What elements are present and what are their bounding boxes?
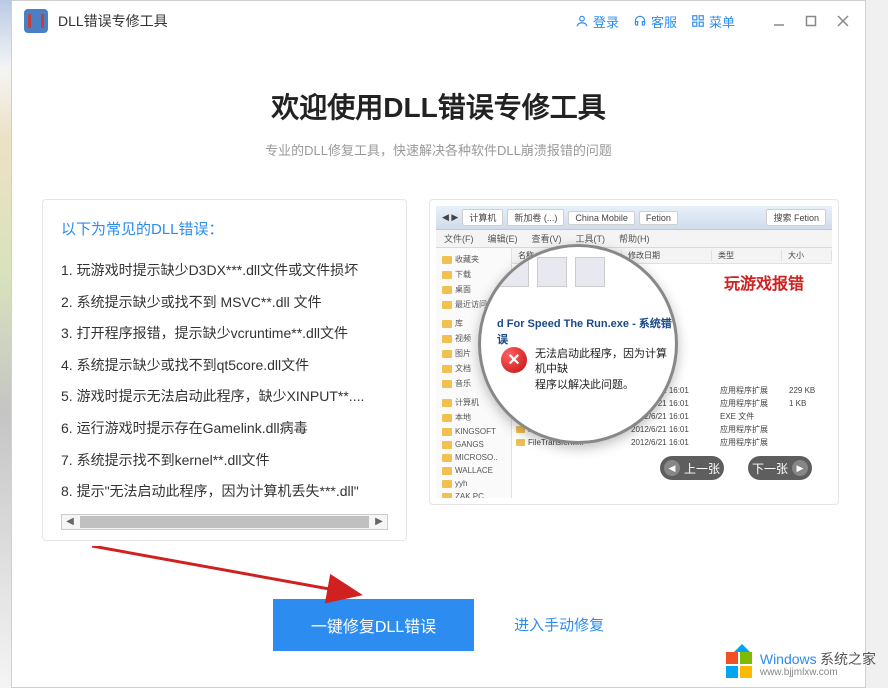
chevron-right-icon: ▶	[792, 460, 808, 476]
app-window: DLL错误专修工具 登录 客服 菜单	[11, 0, 866, 688]
next-label: 下一张	[752, 460, 788, 477]
watermark: Windows 系统之家 www.bjjmlxw.com	[724, 650, 876, 680]
folder-icon	[442, 301, 452, 309]
menu-item: 帮助(H)	[619, 232, 650, 245]
error-message: 无法启动此程序，因为计算机中缺 程序以解决此问题。	[535, 347, 675, 393]
breadcrumb: China Mobile	[568, 211, 635, 225]
folder-icon	[442, 399, 452, 407]
explorer-addressbar: ◀ ▶ 计算机 新加卷 (...) China Mobile Fetion 搜索…	[436, 206, 832, 230]
maximize-button[interactable]	[801, 11, 821, 31]
close-button[interactable]	[833, 11, 853, 31]
watermark-brand: Windows	[760, 651, 817, 667]
titlebar-actions: 登录 客服 菜单	[575, 11, 853, 31]
menu-item: 文件(F)	[444, 232, 474, 245]
breadcrumb: 新加卷 (...)	[507, 209, 564, 226]
app-title: DLL错误专修工具	[58, 11, 168, 31]
scroll-left-icon[interactable]: ◀	[62, 515, 78, 529]
thumbnail-icon	[575, 257, 605, 287]
list-item: 1. 玩游戏时提示缺少D3DX***.dll文件或文件损坏	[61, 255, 388, 287]
error-list-panel: 以下为常见的DLL错误： 1. 玩游戏时提示缺少D3DX***.dll文件或文件…	[42, 199, 407, 541]
list-item: 3. 打开程序报错，提示缺少vcruntime**.dll文件	[61, 318, 388, 350]
app-logo-icon	[24, 9, 48, 33]
panel-title: 以下为常见的DLL错误：	[61, 218, 388, 239]
folder-icon	[442, 493, 452, 499]
horizontal-scrollbar[interactable]: ◀ ▶	[61, 514, 388, 530]
support-link[interactable]: 客服	[633, 12, 677, 31]
screenshot-preview: ◀ ▶ 计算机 新加卷 (...) China Mobile Fetion 搜索…	[436, 206, 832, 498]
next-image-button[interactable]: 下一张 ▶	[748, 456, 812, 480]
action-row: 一键修复DLL错误 进入手动修复	[42, 599, 835, 651]
list-item: 7. 系统提示找不到kernel**.dll文件	[61, 445, 388, 477]
watermark-suffix: 系统之家	[820, 651, 876, 667]
folder-icon	[442, 380, 452, 388]
content-row: 以下为常见的DLL错误： 1. 玩游戏时提示缺少D3DX***.dll文件或文件…	[42, 199, 835, 541]
folder-icon	[442, 335, 452, 343]
headset-icon	[633, 14, 647, 28]
preview-panel: ◀ ▶ 计算机 新加卷 (...) China Mobile Fetion 搜索…	[429, 199, 839, 505]
thumbnail-icon	[537, 257, 567, 287]
error-icon: ✕	[501, 347, 527, 373]
list-item: 8. 提示"无法启动此程序，因为计算机丢失***.dll"	[61, 476, 388, 508]
folder-icon	[442, 454, 452, 462]
explorer-menubar: 文件(F) 编辑(E) 查看(V) 工具(T) 帮助(H)	[436, 230, 832, 248]
window-controls	[769, 11, 853, 31]
folder-icon	[442, 467, 452, 475]
chevron-left-icon: ◀	[664, 460, 680, 476]
page-title: 欢迎使用DLL错误专修工具	[42, 86, 835, 126]
scroll-right-icon[interactable]: ▶	[371, 515, 387, 529]
folder-icon	[442, 256, 452, 264]
minimize-button[interactable]	[769, 11, 789, 31]
error-dialog-title: d For Speed The Run.exe - 系统错误	[497, 315, 675, 347]
folder-icon	[442, 414, 452, 422]
menu-item: 编辑(E)	[488, 232, 518, 245]
folder-icon	[442, 286, 452, 294]
folder-icon	[442, 480, 452, 488]
user-icon	[575, 14, 589, 28]
list-item: 5. 游戏时提示无法启动此程序，缺少XINPUT**....	[61, 381, 388, 413]
list-item: 2. 系统提示缺少或找不到 MSVC**.dll 文件	[61, 287, 388, 319]
thumbnail-icon	[499, 257, 529, 287]
list-item: 6. 运行游戏时提示存在Gamelink.dll病毒	[61, 413, 388, 445]
titlebar: DLL错误专修工具 登录 客服 菜单	[12, 1, 865, 41]
folder-icon	[442, 350, 452, 358]
prev-image-button[interactable]: ◀ 上一张	[660, 456, 724, 480]
login-link[interactable]: 登录	[575, 12, 619, 31]
login-label: 登录	[593, 12, 619, 31]
folder-icon	[442, 441, 452, 449]
manual-fix-link[interactable]: 进入手动修复	[514, 614, 604, 635]
folder-icon	[442, 428, 452, 436]
main-content: 欢迎使用DLL错误专修工具 专业的DLL修复工具，快速解决各种软件DLL崩溃报错…	[12, 41, 865, 651]
folder-icon	[442, 365, 452, 373]
folder-icon	[442, 271, 452, 279]
menu-item: 查看(V)	[532, 232, 562, 245]
menu-label: 菜单	[709, 12, 735, 31]
watermark-url: www.bjjmlxw.com	[760, 667, 876, 678]
error-list: 1. 玩游戏时提示缺少D3DX***.dll文件或文件损坏 2. 系统提示缺少或…	[61, 255, 388, 508]
menu-link[interactable]: 菜单	[691, 12, 735, 31]
magnifier-overlay: d For Speed The Run.exe - 系统错误 ✕ 无法启动此程序…	[478, 244, 678, 444]
breadcrumb: 计算机	[462, 209, 503, 226]
fix-dll-button[interactable]: 一键修复DLL错误	[273, 599, 474, 651]
background-strip	[0, 0, 11, 688]
grid-icon	[691, 14, 705, 28]
folder-icon	[442, 320, 452, 328]
breadcrumb: Fetion	[639, 211, 678, 225]
overlay-caption: 玩游戏报错	[724, 270, 804, 294]
page-subtitle: 专业的DLL修复工具，快速解决各种软件DLL崩溃报错的问题	[42, 140, 835, 159]
scroll-thumb[interactable]	[80, 516, 369, 528]
prev-label: 上一张	[684, 460, 720, 477]
windows-logo-icon	[724, 650, 754, 680]
search-box: 搜索 Fetion	[766, 209, 826, 226]
support-label: 客服	[651, 12, 677, 31]
list-item: 4. 系统提示缺少或找不到qt5core.dll文件	[61, 350, 388, 382]
